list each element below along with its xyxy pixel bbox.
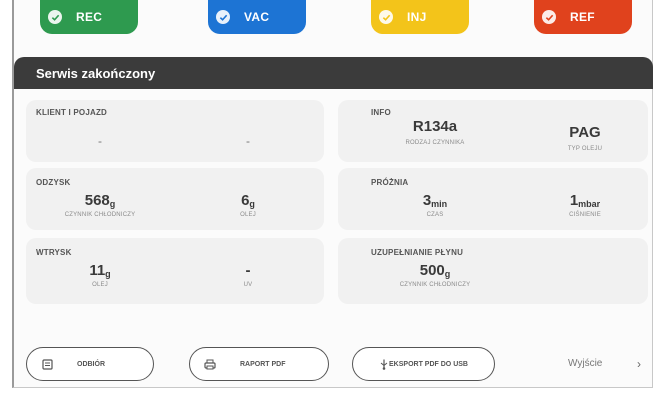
page-title: Serwis zakończony (36, 65, 156, 81)
export-usb-button-label: EKSPORT PDF DO USB (389, 360, 468, 368)
vehicle-value: - (246, 134, 250, 148)
vacuum-pressure-label: CIŚNIENIE (569, 212, 601, 218)
receipt-button[interactable]: ODBIÓR (26, 347, 154, 381)
page-title-bar: Serwis zakończony (14, 57, 653, 89)
refrigerant-type-value: R134a (412, 118, 458, 135)
tab-label: REC (76, 10, 103, 24)
tab-label: REF (570, 10, 595, 24)
injection-oil-value: 11g (89, 262, 111, 279)
injection-uv-value: - (245, 262, 251, 279)
pdf-report-button[interactable]: RAPORT PDF (189, 347, 329, 381)
fill-value: 500g (419, 262, 451, 279)
injection-uv-label: UV (243, 282, 253, 288)
tab-inj[interactable]: INJ (371, 0, 469, 34)
recovery-refrigerant-value: 568g (84, 192, 116, 209)
client-value: - (98, 134, 102, 148)
check-icon (48, 10, 62, 24)
oil-type-label: TYP OLEJU (567, 146, 603, 152)
injection-title: WTRYSK (36, 248, 72, 257)
tab-rec[interactable]: REC (40, 0, 138, 34)
check-icon (379, 10, 393, 24)
chevron-right-icon[interactable]: › (637, 357, 641, 371)
tab-ref[interactable]: REF (534, 0, 632, 34)
info-title: INFO (371, 108, 391, 117)
vacuum-title: PRÓŻNIA (371, 178, 409, 187)
recovery-refrigerant-label: CZYNNIK CHŁODNICZY (64, 212, 136, 218)
pdf-report-button-label: RAPORT PDF (240, 360, 286, 368)
vacuum-time-value: 3min (422, 192, 448, 209)
client-title: KLIENT I POJAZD (36, 108, 108, 117)
receipt-button-label: ODBIÓR (77, 360, 105, 368)
refrigerant-type-label: RODZAJ CZYNNIKA (405, 140, 465, 146)
tab-label: VAC (244, 10, 270, 24)
injection-oil-label: OLEJ (92, 282, 108, 288)
fill-label: CZYNNIK CHŁODNICZY (399, 282, 471, 288)
recovery-oil-label: OLEJ (240, 212, 256, 218)
recovery-title: ODZYSK (36, 178, 71, 187)
check-icon (542, 10, 556, 24)
vacuum-time-label: CZAS (426, 212, 444, 218)
tab-vac[interactable]: VAC (208, 0, 306, 34)
tab-label: INJ (407, 10, 427, 24)
vacuum-pressure-value: 1mbar (569, 192, 601, 209)
printer-icon (202, 356, 218, 372)
exit-button[interactable]: Wyjście (568, 358, 602, 369)
document-icon (39, 356, 55, 372)
usb-icon (379, 356, 389, 372)
check-icon (216, 10, 230, 24)
fill-title: UZUPEŁNIANIE PŁYNU (371, 248, 464, 257)
oil-type-value: PAG (569, 124, 601, 141)
recovery-oil-value: 6g (241, 192, 255, 209)
export-usb-button[interactable]: EKSPORT PDF DO USB (352, 347, 495, 381)
